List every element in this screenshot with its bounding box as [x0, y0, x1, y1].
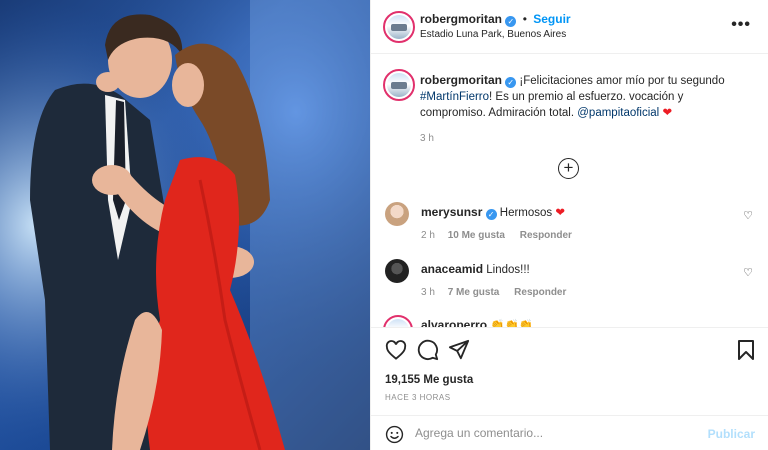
likes-count[interactable]: 19,155 Me gusta — [385, 374, 473, 386]
comment-bubble-icon[interactable] — [417, 339, 439, 361]
instagram-post: robergmoritan ✓ • Seguir Estadio Luna Pa… — [0, 0, 768, 450]
verified-icon: ✓ — [485, 209, 497, 220]
caption-username[interactable]: robergmoritan — [420, 73, 502, 87]
couple-dancing-illustration — [0, 0, 370, 450]
load-more-comments-icon[interactable]: + — [558, 158, 579, 179]
comment-text-line: alvaroperro 👏👏👏 — [421, 318, 533, 327]
save-bookmark-icon[interactable] — [737, 339, 755, 361]
post-actions: 19,155 Me gusta HACE 3 HORAS Publicar — [371, 327, 768, 450]
commenter-avatar[interactable] — [385, 259, 409, 283]
heart-emoji: ❤ — [555, 207, 566, 219]
emoji-smiley-icon[interactable] — [385, 425, 404, 444]
commenter-username[interactable]: alvaroperro — [421, 318, 487, 327]
caption-time: 3 h — [420, 133, 434, 144]
publish-button[interactable]: Publicar — [708, 427, 755, 441]
hashtag-link[interactable]: #MartínFierro — [420, 91, 489, 103]
comment-likes[interactable]: 10 Me gusta — [448, 230, 505, 241]
caption-avatar[interactable] — [383, 69, 415, 101]
commenter-avatar[interactable] — [383, 315, 413, 327]
heart-emoji: ❤ — [662, 107, 673, 119]
author-avatar[interactable] — [383, 11, 415, 43]
author-username[interactable]: robergmoritan — [420, 12, 502, 26]
more-options-icon[interactable]: ••• — [731, 16, 751, 34]
comments-area[interactable]: robergmoritan ✓ ¡Felicitaciones amor mío… — [371, 55, 768, 327]
comment-time: 2 h — [421, 230, 435, 241]
comment-text: Lindos!!! — [486, 264, 530, 276]
share-paper-plane-icon[interactable] — [448, 339, 470, 361]
comment-text-line: merysunsr ✓ Hermosos ❤ — [421, 205, 565, 220]
comment-text: Hermosos — [499, 207, 553, 219]
commenter-avatar[interactable] — [385, 202, 409, 226]
author-line: robergmoritan ✓ • Seguir — [420, 12, 571, 27]
post-photo[interactable] — [0, 0, 370, 450]
comment-like-heart-icon[interactable]: ♡ — [743, 266, 753, 279]
separator-dot: • — [522, 12, 527, 26]
verified-icon: ✓ — [505, 16, 517, 27]
caption: robergmoritan ✓ ¡Felicitaciones amor mío… — [420, 72, 750, 147]
reply-button[interactable]: Responder — [514, 287, 566, 298]
comment-time: 3 h — [421, 287, 435, 298]
comment-likes[interactable]: 7 Me gusta — [448, 287, 500, 298]
caption-text-start: ¡Felicitaciones amor mío por tu segundo — [519, 75, 725, 87]
location-link[interactable]: Estadio Luna Park, Buenos Aires — [420, 29, 566, 40]
commenter-username[interactable]: merysunsr — [421, 205, 482, 219]
reply-button[interactable]: Responder — [520, 230, 572, 241]
comment-like-heart-icon[interactable]: ♡ — [743, 209, 753, 222]
post-side-panel: robergmoritan ✓ • Seguir Estadio Luna Pa… — [370, 0, 768, 450]
comment-item: alvaroperro 👏👏👏 — [383, 315, 755, 327]
mention-link[interactable]: @pampitaoficial — [577, 107, 659, 119]
comment-text-line: anaceamid Lindos!!! — [421, 262, 530, 276]
add-comment-bar: Publicar — [371, 415, 768, 450]
comment-text: 👏👏👏 — [490, 320, 534, 327]
comment-item: anaceamid Lindos!!! 3 h 7 Me gusta Respo… — [385, 259, 755, 301]
follow-button[interactable]: Seguir — [533, 12, 570, 26]
verified-icon: ✓ — [505, 77, 517, 88]
post-timestamp[interactable]: HACE 3 HORAS — [385, 393, 451, 402]
comment-item: merysunsr ✓ Hermosos ❤ 2 h 10 Me gusta R… — [385, 202, 755, 244]
post-header: robergmoritan ✓ • Seguir Estadio Luna Pa… — [371, 0, 768, 54]
comment-input[interactable] — [415, 426, 695, 440]
comment-meta: 2 h 10 Me gusta Responder — [421, 230, 572, 241]
like-heart-icon[interactable] — [385, 340, 407, 360]
comment-meta: 3 h 7 Me gusta Responder — [421, 287, 566, 298]
commenter-username[interactable]: anaceamid — [421, 262, 483, 276]
